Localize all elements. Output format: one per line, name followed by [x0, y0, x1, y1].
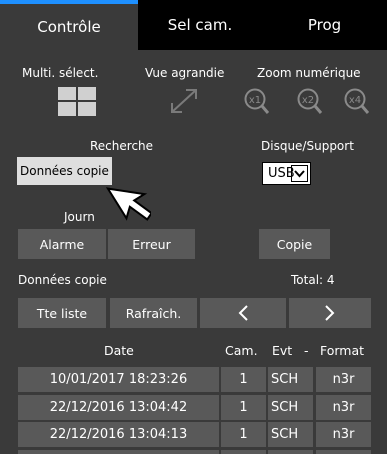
tab-label: Contrôle: [37, 18, 101, 36]
tab-label: Sel cam.: [167, 16, 233, 34]
chevron-left-icon: [238, 305, 248, 321]
row-3-format[interactable]: n3r: [316, 422, 371, 447]
tab-controle[interactable]: Contrôle: [0, 0, 138, 50]
tab-bar: Contrôle Sel cam. Prog: [0, 0, 387, 50]
alarm-button[interactable]: Alarme: [18, 229, 106, 259]
prev-page-button[interactable]: [200, 298, 286, 328]
mouse-cursor-icon: [103, 175, 153, 235]
row-4-format[interactable]: [316, 450, 371, 454]
row-1-cam[interactable]: 1: [221, 367, 266, 392]
chevron-right-icon: [325, 305, 335, 321]
row-4-cam[interactable]: [221, 450, 266, 454]
disk-select[interactable]: USB: [262, 162, 311, 185]
copy-log-button[interactable]: Copie: [259, 229, 330, 259]
zoom-x2-icon[interactable]: x2: [296, 86, 324, 116]
search-label: Recherche: [90, 139, 154, 153]
row-1-date[interactable]: 10/01/2017 18:23:26: [18, 367, 219, 392]
multi-select-label: Multi. sélect.: [22, 66, 99, 80]
row-4-event[interactable]: [268, 450, 313, 454]
column-separator: -: [304, 343, 309, 358]
row-3-cam[interactable]: 1: [221, 422, 266, 447]
tab-label: Prog: [307, 16, 342, 34]
row-3-date[interactable]: 22/12/2016 13:04:13: [18, 422, 219, 447]
row-2-format[interactable]: n3r: [316, 395, 371, 420]
copy-data-label: Données copie: [18, 273, 107, 287]
row-2-event[interactable]: SCH: [268, 395, 313, 420]
event-column-header: Evt: [272, 343, 293, 358]
multi-screen-icon[interactable]: [58, 87, 96, 116]
journal-label: Journ: [64, 210, 95, 224]
refresh-button[interactable]: Rafraîch.: [110, 298, 197, 328]
zoom-x4-icon[interactable]: x4: [343, 86, 371, 116]
enlarged-view-label: Vue agrandie: [145, 66, 225, 80]
zoom-1-text: x1: [249, 95, 261, 106]
enlarge-icon[interactable]: [168, 86, 200, 116]
disk-support-label: Disque/Support: [261, 139, 354, 153]
tab-sel-cam[interactable]: Sel cam.: [138, 0, 262, 50]
all-list-button[interactable]: Tte liste: [18, 298, 106, 328]
row-4-date[interactable]: [18, 450, 219, 454]
error-button[interactable]: Erreur: [108, 229, 195, 259]
total-count: Total: 4: [291, 273, 335, 287]
date-column-header: Date: [104, 343, 134, 358]
row-3-event[interactable]: SCH: [268, 422, 313, 447]
chevron-down-icon[interactable]: [291, 165, 308, 182]
row-2-date[interactable]: 22/12/2016 13:04:42: [18, 395, 219, 420]
digital-zoom-label: Zoom numérique: [257, 66, 361, 80]
cam-column-header: Cam.: [225, 343, 258, 358]
disk-select-value: USB: [268, 166, 295, 181]
next-page-button[interactable]: [289, 298, 371, 328]
tab-prog[interactable]: Prog: [262, 0, 387, 50]
format-column-header: Format: [320, 343, 365, 358]
zoom-x1-icon[interactable]: x1: [243, 86, 271, 116]
zoom-4-text: x4: [349, 95, 361, 106]
zoom-2-text: x2: [302, 95, 314, 106]
copy-data-search-button[interactable]: Données copie: [17, 157, 112, 185]
row-1-format[interactable]: n3r: [316, 367, 371, 392]
row-1-event[interactable]: SCH: [268, 367, 313, 392]
row-2-cam[interactable]: 1: [221, 395, 266, 420]
